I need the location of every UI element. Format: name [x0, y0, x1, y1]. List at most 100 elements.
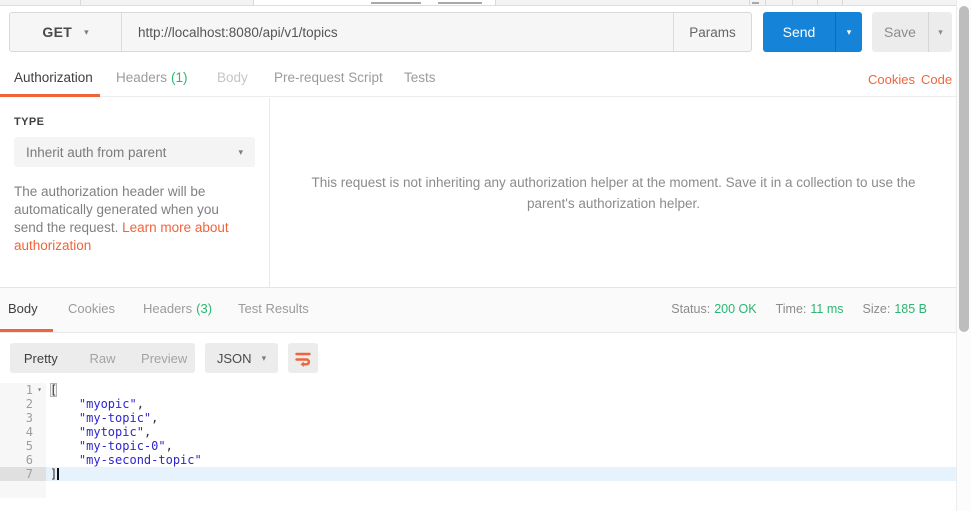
line-number: 3: [25, 411, 33, 425]
line-number: 5: [25, 439, 33, 453]
send-button[interactable]: Send: [763, 12, 836, 52]
method-dropdown[interactable]: GET ▾: [10, 13, 122, 51]
time-item: Time: 11 ms: [776, 302, 844, 316]
gutter-cell: 5: [0, 439, 46, 453]
code-line[interactable]: 7]: [0, 467, 956, 481]
line-number: 7: [25, 467, 33, 481]
response-headers-count-badge: (3): [196, 301, 213, 316]
view-raw-button[interactable]: Raw: [72, 351, 134, 366]
line-number: 2: [25, 397, 33, 411]
tab-divider: [817, 0, 818, 5]
auth-description: The authorization header will be automat…: [14, 183, 247, 255]
url-input[interactable]: [138, 24, 657, 40]
request-url-bar: GET ▾ Params: [9, 12, 752, 52]
status-item: Status: 200 OK: [671, 302, 756, 316]
send-options-dropdown[interactable]: ▾: [836, 12, 862, 52]
method-label: GET: [42, 24, 73, 40]
matched-bracket: [: [50, 383, 58, 397]
code-lines: 1 ▾[2 "myopic", 3 "my-topic", 4 "mytopic", 5…: [0, 383, 956, 481]
tab-pre-request-script[interactable]: Pre-request Script: [274, 70, 383, 85]
line-number: 6: [25, 453, 33, 467]
auth-helper-message: This request is not inheriting any autho…: [311, 174, 916, 211]
format-dropdown[interactable]: JSON ▾: [205, 343, 278, 373]
wrap-lines-icon: [295, 352, 311, 367]
tab-text-remnant: [438, 2, 482, 4]
chevron-down-icon: ▾: [938, 26, 943, 37]
authorization-panel: TYPE Inherit auth from parent ▾ The auth…: [0, 98, 270, 287]
tab-text-remnant: [371, 2, 421, 4]
response-body-editor[interactable]: 1 ▾[2 "myopic", 3 "my-topic", 4 "mytopic", 5…: [0, 383, 956, 511]
type-label: TYPE: [14, 116, 45, 128]
response-tab-test-results[interactable]: Test Results: [238, 301, 309, 316]
time-value: 11 ms: [810, 302, 844, 316]
line-number: 1: [25, 383, 33, 397]
format-value: JSON: [216, 350, 252, 366]
tab-tests[interactable]: Tests: [404, 70, 436, 85]
response-tab-cookies[interactable]: Cookies: [68, 301, 115, 316]
tab-headers-label: Headers: [116, 70, 168, 85]
params-button[interactable]: Params: [674, 13, 751, 51]
response-tab-body[interactable]: Body: [8, 301, 38, 316]
cookies-link[interactable]: Cookies: [868, 72, 915, 87]
gutter-cell: 1 ▾: [0, 383, 46, 397]
line-number: 4: [25, 425, 33, 439]
active-response-tab-underline: [0, 329, 53, 332]
send-button-group: Send ▾: [763, 12, 862, 52]
time-label: Time:: [775, 302, 807, 316]
code-text: "my-topic-0",: [78, 439, 173, 453]
code-line[interactable]: 2 "myopic",: [0, 397, 956, 411]
tab-authorization[interactable]: Authorization: [14, 70, 93, 85]
gutter-cell: 6: [0, 453, 46, 467]
code-text: "my-second-topic": [78, 453, 202, 467]
fold-caret-icon[interactable]: ▾: [33, 383, 46, 397]
size-item: Size: 185 B: [863, 302, 927, 316]
size-value: 185 B: [894, 302, 927, 316]
status-value: 200 OK: [714, 302, 757, 316]
window-tab-strip: [0, 0, 971, 6]
tab-divider: [495, 0, 496, 5]
code-line[interactable]: 4 "mytopic",: [0, 425, 956, 439]
auth-type-value: Inherit auth from parent: [26, 144, 167, 160]
code-link[interactable]: Code: [921, 72, 952, 87]
response-meta: Status: 200 OK Time: 11 ms Size: 185 B: [671, 302, 927, 316]
response-tab-bar: Body Cookies Headers (3) Test Results Sta…: [0, 287, 956, 333]
chevron-down-icon: ▾: [238, 146, 243, 157]
code-text: "myopic",: [78, 397, 144, 411]
request-tab-bar: Authorization Headers (1) Body Pre-reques…: [0, 62, 956, 97]
tab-divider: [253, 0, 254, 5]
tab-divider: [792, 0, 793, 5]
view-preview-button[interactable]: Preview: [133, 351, 195, 366]
response-headers-label: Headers: [143, 301, 193, 316]
view-pretty-button[interactable]: Pretty: [10, 351, 72, 366]
save-options-dropdown[interactable]: ▾: [929, 12, 952, 52]
headers-count-badge: (1): [171, 70, 188, 85]
save-button[interactable]: Save: [872, 12, 929, 52]
vertical-scrollbar[interactable]: [956, 0, 971, 511]
tab-text-remnant: [752, 2, 759, 4]
wrap-lines-button[interactable]: [288, 343, 318, 373]
status-label: Status:: [671, 302, 711, 316]
response-tab-headers[interactable]: Headers (3): [143, 301, 212, 316]
auth-helper-message-area: This request is not inheriting any autho…: [271, 98, 956, 287]
chevron-down-icon: ▾: [261, 352, 267, 363]
tab-divider: [749, 0, 750, 5]
tab-body[interactable]: Body: [217, 70, 248, 85]
code-line[interactable]: 1 ▾ [: [0, 383, 956, 397]
active-tab-underline: [0, 94, 100, 97]
text-cursor: [57, 468, 59, 480]
scrollbar-thumb[interactable]: [959, 6, 969, 332]
auth-type-select[interactable]: Inherit auth from parent ▾: [14, 137, 255, 167]
gutter-cell: 3: [0, 411, 46, 425]
code-line[interactable]: 3 "my-topic",: [0, 411, 956, 425]
postman-request-view: GET ▾ Params Send ▾ Save ▾ Authorization…: [0, 0, 971, 511]
chevron-down-icon: ▾: [84, 26, 89, 37]
code-line[interactable]: 5 "my-topic-0",: [0, 439, 956, 453]
gutter-cell: 4: [0, 425, 46, 439]
code-line[interactable]: 6 "my-second-topic": [0, 453, 956, 467]
response-toolbar: Pretty Raw Preview JSON ▾: [0, 333, 956, 383]
chevron-down-icon: ▾: [846, 26, 852, 37]
code-text: [: [46, 383, 58, 397]
url-box: [122, 13, 674, 51]
code-text: "my-topic",: [78, 411, 159, 425]
tab-headers[interactable]: Headers (1): [116, 70, 188, 85]
